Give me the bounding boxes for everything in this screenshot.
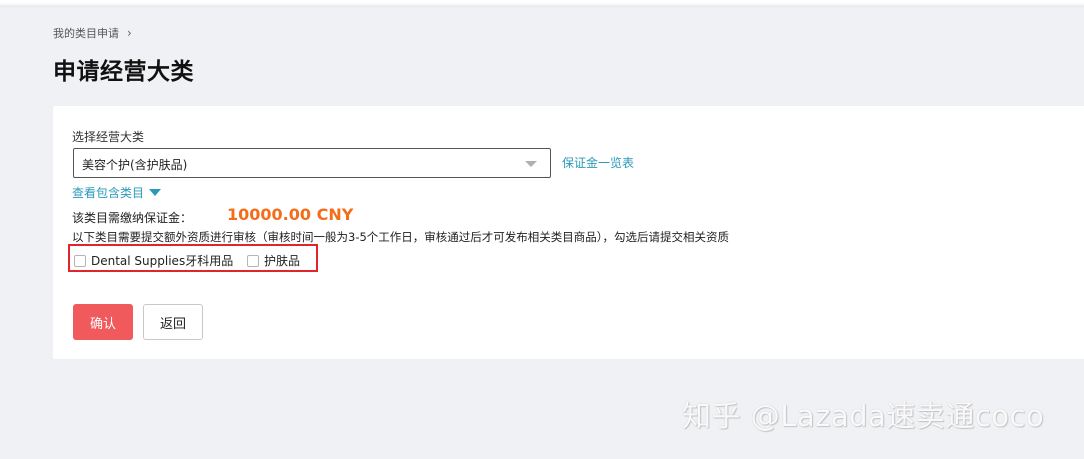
category-select-value: 美容个护(含护肤品) — [82, 158, 188, 172]
checkbox-box[interactable] — [247, 254, 259, 267]
back-button[interactable]: 返回 — [143, 304, 203, 340]
application-form-card: 选择经营大类 美容个护(含护肤品) 保证金一览表 查看包含类目 该类目需缴纳保证… — [53, 106, 1084, 359]
subcategory-checkbox-group: Dental Supplies牙科用品 护肤品 — [68, 244, 318, 272]
deposit-label: 该类目需缴纳保证金： — [72, 211, 193, 225]
page-title: 申请经营大类 — [53, 59, 194, 85]
checkbox-label: 护肤品 — [264, 254, 301, 268]
chevron-down-icon — [525, 161, 537, 167]
category-select-label: 选择经营大类 — [72, 130, 145, 144]
chevron-right-icon: › — [127, 26, 132, 40]
deposit-list-link[interactable]: 保证金一览表 — [562, 154, 634, 171]
breadcrumb-item-my-category-applications[interactable]: 我的类目申请 — [53, 25, 119, 41]
qualification-notice: 以下类目需要提交额外资质进行审核（审核时间一般为3-5个工作日，审核通过后才可发… — [72, 230, 730, 244]
category-select[interactable]: 美容个护(含护肤品) — [73, 148, 551, 178]
confirm-button[interactable]: 确认 — [73, 304, 133, 340]
checkbox-box[interactable] — [74, 254, 86, 267]
caret-down-icon — [149, 189, 162, 196]
checkbox-skincare[interactable]: 护肤品 — [247, 252, 300, 269]
top-bar-shadow — [0, 0, 1084, 7]
view-subcategories-label: 查看包含类目 — [72, 186, 145, 200]
checkbox-label: Dental Supplies牙科用品 — [91, 254, 234, 268]
breadcrumb: 我的类目申请 › — [53, 25, 132, 41]
checkbox-dental-supplies[interactable]: Dental Supplies牙科用品 — [74, 252, 233, 269]
watermark: 知乎 @Lazada速卖通coco — [682, 399, 1045, 433]
view-subcategories-toggle[interactable]: 查看包含类目 — [72, 184, 162, 201]
deposit-amount: 10000.00 CNY — [227, 205, 354, 224]
